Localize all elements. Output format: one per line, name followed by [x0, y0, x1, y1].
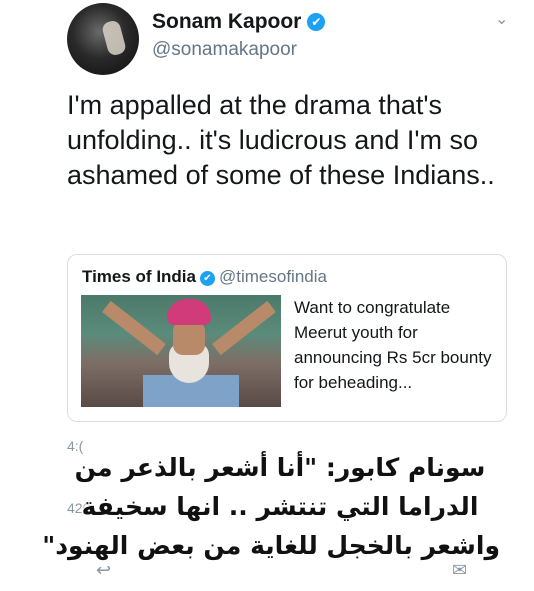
- quoted-thumbnail[interactable]: [81, 295, 281, 407]
- caption-line: واشعر بالخجل للغاية من بعض الهنود": [42, 531, 500, 560]
- quoted-text: Want to congratulate Meerut youth for an…: [294, 298, 492, 392]
- verified-icon: ✔: [200, 271, 215, 286]
- caption-line: سونام كابور: "أنا أشعر بالذعر من: [74, 453, 486, 482]
- quoted-header: Times of India ✔ @timesofindia: [82, 267, 327, 287]
- verified-icon: ✔: [307, 13, 326, 31]
- thumb-shape: [102, 300, 166, 356]
- chevron-down-icon[interactable]: ⌄: [495, 12, 511, 28]
- thumb-shape: [167, 299, 211, 325]
- tweet-text: I'm appalled at the drama that's unfoldi…: [67, 90, 495, 190]
- quoted-tweet-card[interactable]: Times of India ✔ @timesofindia Want to con…: [67, 254, 507, 422]
- thumb-shape: [173, 321, 205, 355]
- caption-line: الدراما التي تنتشر .. انها سخيفة: [81, 492, 479, 521]
- arabic-caption-overlay: سونام كابور: "أنا أشعر بالذعر من الدراما…: [42, 448, 500, 565]
- quoted-author-name: Times of India: [82, 267, 196, 286]
- author-handle[interactable]: @sonamakapoor: [152, 39, 297, 61]
- author-name-row: Sonam Kapoor ✔: [152, 10, 326, 34]
- author-name[interactable]: Sonam Kapoor: [152, 10, 301, 33]
- quoted-author-handle: @timesofindia: [219, 267, 327, 286]
- avatar[interactable]: [67, 3, 139, 75]
- thumb-shape: [212, 300, 276, 356]
